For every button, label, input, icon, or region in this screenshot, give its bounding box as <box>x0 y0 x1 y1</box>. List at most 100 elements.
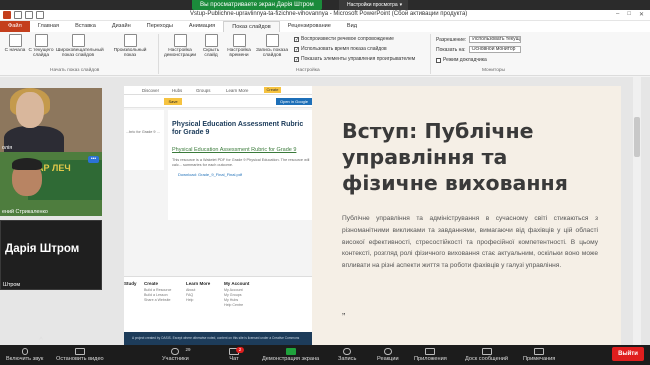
broadcast-slideshow-button[interactable]: Широковещательный показ слайдов <box>56 33 104 65</box>
custom-show-label: Произвольный показ <box>113 48 147 58</box>
show-media-controls-label: Показать элементы управления проигрывате… <box>301 56 416 62</box>
microphone-muted-icon <box>21 348 28 355</box>
ribbon-tabs: Файл Главная Вставка Дизайн Переходы Ани… <box>0 21 650 32</box>
share-screen-button[interactable]: Демонстрация экрана <box>262 348 319 362</box>
undo-icon[interactable] <box>25 11 33 19</box>
participant-tile[interactable]: ХАР ЛЕЧ ••• ений Стрикаленко <box>0 152 102 216</box>
rehearse-timings-button[interactable]: Настройка времени <box>224 33 254 65</box>
participants-button[interactable]: 29 Участники <box>162 347 191 362</box>
more-options-icon[interactable]: ••• <box>88 156 99 163</box>
chat-button[interactable]: 2 Чат <box>229 347 244 362</box>
web-footer-col: Create Build a Resource Build a Lesson Shar… <box>144 281 182 303</box>
participant-name: ений Стрикаленко <box>2 209 48 215</box>
tab-animations[interactable]: Анимация <box>181 21 223 32</box>
leave-meeting-button[interactable]: Выйти <box>612 347 644 361</box>
record-icon <box>265 34 279 47</box>
tab-review[interactable]: Рецензирование <box>280 21 339 32</box>
resolution-label: Разрешение: <box>436 36 467 43</box>
tab-view[interactable]: Вид <box>339 21 365 32</box>
share-screen-label: Демонстрация экрана <box>262 356 320 362</box>
web-rubric-heading: Physical Education Assessment Rubric for… <box>172 121 304 136</box>
presenter-view-checkbox[interactable]: Режим докладчика <box>436 57 487 63</box>
web-footer-col-title: Create <box>144 281 159 286</box>
resolution-select[interactable]: Использовать текущ... <box>469 36 522 43</box>
setup-icon <box>173 34 187 47</box>
slideshow-current-icon <box>34 34 48 47</box>
web-nav-bar: Discover Hubs Groups Learn More Create <box>124 86 312 95</box>
notes-button[interactable]: Примечания <box>523 348 555 362</box>
web-footer-col: Learn More About FAQ Help <box>186 281 224 303</box>
checkbox-icon: ✓ <box>294 46 300 53</box>
show-media-controls-checkbox[interactable]: ✓ Показать элементы управления проигрыват… <box>294 56 415 62</box>
reactions-label: Реакции <box>377 356 399 362</box>
slide-text-panel: Вступ: Публічне управління та фізичне ви… <box>312 86 621 356</box>
close-icon[interactable]: ✕ <box>639 11 644 18</box>
record-button[interactable]: Запись <box>338 348 356 362</box>
redo-icon[interactable] <box>36 11 44 19</box>
web-footer-item: Help Centre <box>224 303 244 307</box>
resolution-row: Разрешение: Использовать текущ... <box>436 36 522 43</box>
maximize-icon[interactable]: □ <box>627 11 631 18</box>
tab-transitions[interactable]: Переходы <box>139 21 181 32</box>
play-narrations-checkbox[interactable]: ✓ Воспроизвести речевое сопровождение <box>294 36 394 42</box>
participant-display-name: Дарія Штром <box>5 243 80 255</box>
slide-body-text[interactable]: Публічне управління та адміністрування в… <box>342 213 598 272</box>
participant-name: олія <box>2 145 13 151</box>
presenter-view-label: Режим докладчика <box>443 57 487 63</box>
reactions-button[interactable]: Реакции <box>377 348 399 362</box>
apps-button[interactable]: Приложения <box>414 348 447 362</box>
hide-slide-button[interactable]: Скрыть слайд <box>198 33 224 65</box>
smiley-icon <box>383 348 392 355</box>
participants-icon <box>171 348 180 355</box>
zoom-participant-gallery: олія ХАР ЛЕЧ ••• ений Стрикаленко Дарія … <box>0 88 102 298</box>
view-options-button[interactable]: Настройки просмотра ▾ <box>339 0 409 10</box>
web-create-button: Create <box>264 87 281 93</box>
unmute-label: Включить звук <box>6 356 44 362</box>
checkbox-icon: ✓ <box>294 36 300 43</box>
apps-label: Приложения <box>414 356 447 362</box>
minimize-icon[interactable]: – <box>616 11 619 18</box>
unmute-button[interactable]: Включить звук <box>6 348 43 362</box>
web-action-bar: Save Open in Google <box>124 95 312 108</box>
web-copyright-text: A project created by OASIS. Except where… <box>132 336 300 340</box>
screen-share-banner: Вы просматриваете экран Дарія Штром <box>192 0 322 10</box>
tab-home[interactable]: Главная <box>30 21 67 32</box>
collapse-arrow-icon[interactable]: ^ <box>34 337 48 345</box>
slide-title[interactable]: Вступ: Публічне управління та фізичне ви… <box>342 118 602 196</box>
group-separator <box>158 34 159 74</box>
scrollbar-thumb[interactable] <box>634 117 640 157</box>
participant-tile-active-speaker[interactable]: Дарія Штром Штром <box>0 220 102 290</box>
web-download-link: Download: Grade_9_Final_Final.pdf <box>178 172 243 177</box>
slide[interactable]: Discover Hubs Groups Learn More Create S… <box>124 86 621 356</box>
from-beginning-button[interactable]: С начала <box>2 33 28 65</box>
video-camera-icon <box>74 348 85 355</box>
tab-file[interactable]: Файл <box>0 21 30 32</box>
participant-hair <box>12 158 42 170</box>
message-board-button[interactable]: Доск сообщений <box>465 348 508 362</box>
custom-slideshow-button[interactable]: Произвольный показ <box>112 33 148 65</box>
apps-grid-icon <box>425 348 436 355</box>
show-on-row: Показать на: Основной монитор <box>436 46 521 53</box>
stop-video-button[interactable]: Остановить видео <box>56 348 104 362</box>
show-on-select[interactable]: Основной монитор <box>468 46 521 53</box>
from-current-slide-button[interactable]: С текущего слайда <box>28 33 54 65</box>
web-rubric-link: Physical Education Assessment Rubric for… <box>172 147 297 153</box>
web-nav-groups: Groups <box>196 88 211 93</box>
tab-insert[interactable]: Вставка <box>67 21 104 32</box>
web-footer: Study Create Build a Resource Build a Less… <box>124 276 312 332</box>
participant-tile[interactable]: олія <box>0 88 102 152</box>
use-timings-checkbox[interactable]: ✓ Использовать время показа слайдов <box>294 46 387 52</box>
participants-label: Участники <box>162 356 189 362</box>
web-footer-col: My Account My Account My Groups My Hubs Help… <box>224 281 262 308</box>
tab-slideshow[interactable]: Показ слайдов <box>223 21 280 32</box>
save-icon[interactable] <box>14 11 22 19</box>
tab-design[interactable]: Дизайн <box>104 21 139 32</box>
setup-slideshow-button[interactable]: Настройка демонстрации <box>162 33 198 65</box>
vertical-scrollbar[interactable] <box>633 77 641 345</box>
window-title: Vstup-Publichne-upravlinnya-ta-fizichne-… <box>190 11 468 17</box>
record-slideshow-button[interactable]: Запись показа слайдов <box>254 33 290 65</box>
from-beginning-label: С начала <box>4 48 26 53</box>
web-footer-item: Share a Website <box>144 298 171 302</box>
web-footer-col-title: My Account <box>224 281 250 286</box>
broadcast-label: Широковещательный показ слайдов <box>56 48 104 58</box>
